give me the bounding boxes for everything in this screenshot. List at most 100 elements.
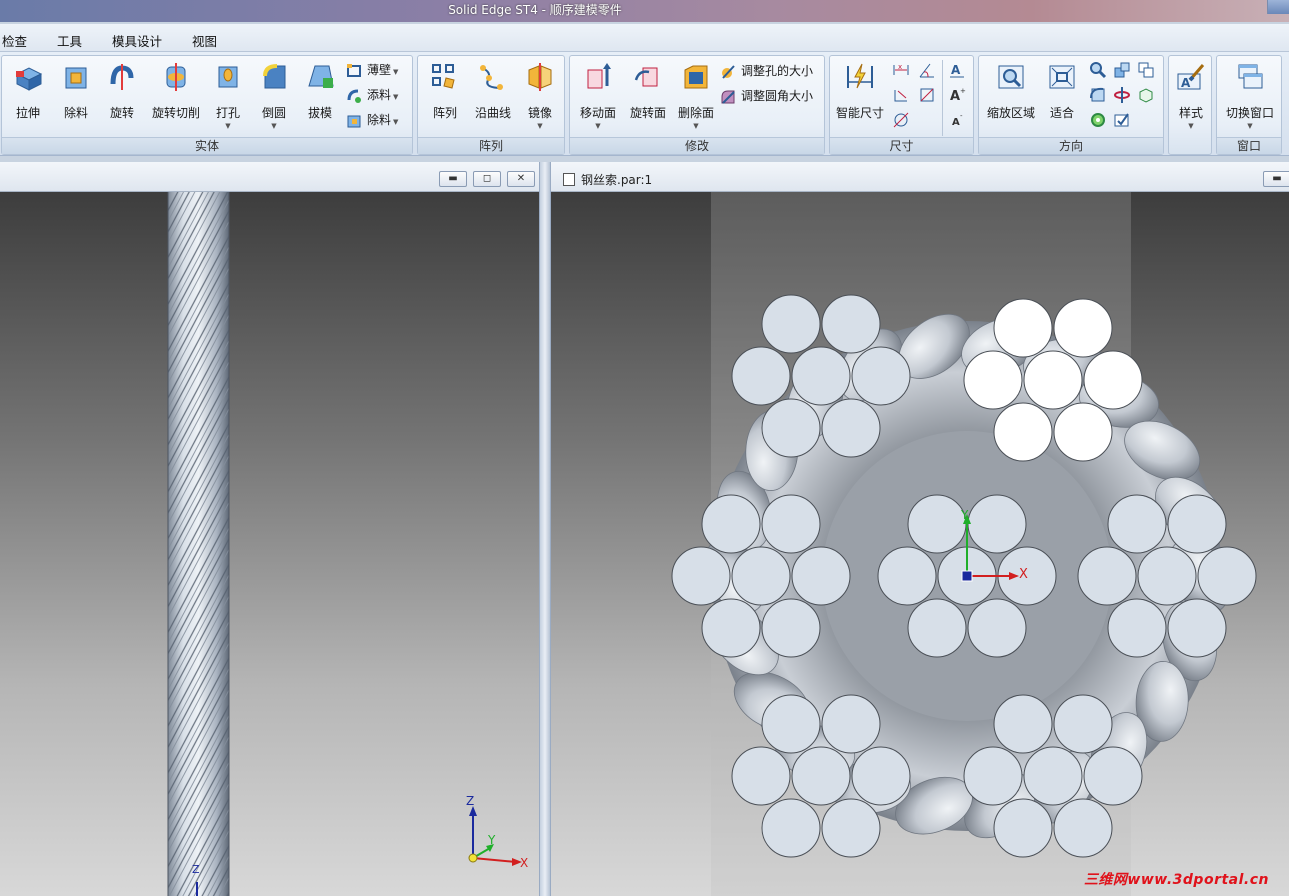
- resize-hole-button[interactable]: 调整孔的大小: [720, 61, 813, 81]
- pattern-button[interactable]: 阵列: [422, 58, 468, 130]
- wire-section: [761, 798, 821, 858]
- wire-section: [963, 746, 1023, 806]
- group-style: A 样式 ▼: [1168, 55, 1212, 155]
- smart-dimension-button[interactable]: 智能尺寸: [832, 58, 888, 130]
- draft-button[interactable]: 拔模: [298, 58, 342, 130]
- svg-text:Z: Z: [192, 863, 200, 876]
- wire-section: [1077, 546, 1137, 606]
- distance-dimension-icon[interactable]: x: [892, 61, 910, 79]
- increase-font-icon[interactable]: A +: [948, 86, 966, 104]
- move-face-button[interactable]: 移动面 ▼: [574, 58, 622, 130]
- revolve-button[interactable]: 旋转: [100, 58, 144, 130]
- spin-about-icon[interactable]: [1113, 86, 1131, 104]
- style-button[interactable]: A 样式 ▼: [1170, 58, 1212, 130]
- ribbon: 拉伸 除料 旋转 旋转切削 打孔 ▼ 倒圆 ▼ 拔模 薄壁 ▼ 添料 ▼ 除料 …: [0, 52, 1289, 156]
- view-cube-icon[interactable]: [1137, 86, 1155, 104]
- close-button[interactable]: ✕: [507, 171, 535, 187]
- pan-icon[interactable]: [1113, 61, 1131, 79]
- text-style-icon[interactable]: A: [948, 61, 966, 79]
- thin-wall-icon: [347, 63, 361, 77]
- minimize-button[interactable]: ▬: [439, 171, 467, 187]
- decrease-font-icon[interactable]: A-: [948, 111, 966, 129]
- wire-section: [701, 598, 761, 658]
- window-control-button[interactable]: [1267, 0, 1289, 14]
- wire-rope-side-view: Z: [167, 192, 230, 896]
- zoom-icon[interactable]: [1089, 61, 1107, 79]
- wire-section: [993, 798, 1053, 858]
- hole-button[interactable]: 打孔 ▼: [206, 58, 250, 130]
- mirror-button[interactable]: 镜像 ▼: [518, 58, 562, 130]
- wire-section: [791, 746, 851, 806]
- dropdown-arrow-icon: ▼: [271, 122, 277, 130]
- angle-coordinate-icon[interactable]: [918, 86, 936, 104]
- coordinate-dimension-icon[interactable]: [892, 86, 910, 104]
- round-button[interactable]: 倒圆 ▼: [252, 58, 296, 130]
- restore-button[interactable]: ◻: [473, 171, 501, 187]
- minimize-button[interactable]: ▬: [1263, 171, 1289, 187]
- document-tab[interactable]: 钢丝索.par:1: [563, 171, 652, 188]
- pattern-icon: [432, 64, 455, 89]
- delete-face-button[interactable]: 删除面 ▼: [672, 58, 720, 130]
- pattern-label: 阵列: [432, 106, 457, 120]
- cut-button[interactable]: 除料: [54, 58, 98, 130]
- group-dimension: 智能尺寸 x A A + A- 尺寸: [829, 55, 974, 155]
- wire-section: [1053, 694, 1113, 754]
- round-icon: [263, 64, 286, 89]
- named-view-icon[interactable]: [1113, 111, 1131, 129]
- wire-section: [993, 298, 1053, 358]
- svg-text:-: -: [960, 112, 963, 120]
- wire-section: [907, 494, 967, 554]
- menu-inspect[interactable]: 检查: [2, 31, 27, 50]
- right-window-header: 钢丝索.par:1 ▬: [551, 162, 1289, 192]
- angle-dimension-icon[interactable]: [918, 61, 936, 79]
- fit-label: 适合: [1049, 106, 1074, 120]
- wire-section: [761, 694, 821, 754]
- thin-wall-button[interactable]: 薄壁 ▼: [346, 60, 398, 80]
- wire-section: [1053, 298, 1113, 358]
- rotate-face-button[interactable]: 旋转面: [624, 58, 672, 130]
- hole-label: 打孔: [215, 106, 240, 120]
- thin-wall-label: 薄壁: [367, 63, 392, 77]
- wire-section: [1083, 746, 1143, 806]
- pane-splitter[interactable]: [539, 162, 551, 896]
- sketch-view-icon[interactable]: [1089, 111, 1107, 129]
- zoom-area-button[interactable]: 缩放区域: [981, 58, 1041, 130]
- group-window: 切换窗口 ▼ 窗口: [1216, 55, 1282, 155]
- wire-section: [1083, 350, 1143, 410]
- add-button[interactable]: 添料 ▼: [346, 85, 398, 105]
- dropdown-arrow-icon: ▼: [537, 122, 543, 130]
- symmetric-diameter-icon[interactable]: [892, 111, 910, 129]
- dropdown-arrow-icon: ▼: [595, 122, 601, 130]
- delete-face-label: 删除面: [677, 106, 714, 120]
- switch-window-icon: [1238, 64, 1263, 89]
- left-graphics-viewport[interactable]: Z Z Y X: [0, 192, 539, 896]
- menu-tools[interactable]: 工具: [57, 31, 82, 50]
- wire-section: [851, 346, 911, 406]
- wire-section: [1053, 798, 1113, 858]
- remove-button[interactable]: 除料 ▼: [346, 110, 398, 130]
- menu-mold-design[interactable]: 模具设计: [112, 31, 162, 50]
- right-graphics-viewport[interactable]: Y X: [551, 192, 1289, 896]
- revolved-cut-button[interactable]: 旋转切削: [146, 58, 206, 130]
- dropdown-arrow-icon: ▼: [693, 122, 699, 130]
- axis-y-label: Y: [961, 508, 969, 522]
- previous-view-icon[interactable]: [1137, 61, 1155, 79]
- resize-round-icon: [721, 90, 735, 104]
- smart-dimension-icon: [847, 63, 873, 89]
- fit-button[interactable]: 适合: [1041, 58, 1083, 130]
- group-solid: 拉伸 除料 旋转 旋转切削 打孔 ▼ 倒圆 ▼ 拔模 薄壁 ▼ 添料 ▼ 除料 …: [1, 55, 413, 155]
- rotate-view-icon[interactable]: [1089, 86, 1107, 104]
- move-face-label: 移动面: [579, 106, 616, 120]
- resize-round-button[interactable]: 调整圆角大小: [720, 86, 813, 106]
- axis-x-label: X: [1019, 567, 1028, 582]
- extrude-button[interactable]: 拉伸: [6, 58, 50, 130]
- wire-section: [791, 346, 851, 406]
- document-title: 钢丝索.par:1: [581, 173, 653, 187]
- along-curve-button[interactable]: 沿曲线: [470, 58, 516, 130]
- wire-section: [1023, 350, 1083, 410]
- menu-view[interactable]: 视图: [192, 31, 217, 50]
- switch-window-button[interactable]: 切换窗口 ▼: [1218, 58, 1282, 130]
- add-icon: [347, 89, 361, 103]
- delete-face-icon: [684, 65, 708, 89]
- wire-section: [851, 746, 911, 806]
